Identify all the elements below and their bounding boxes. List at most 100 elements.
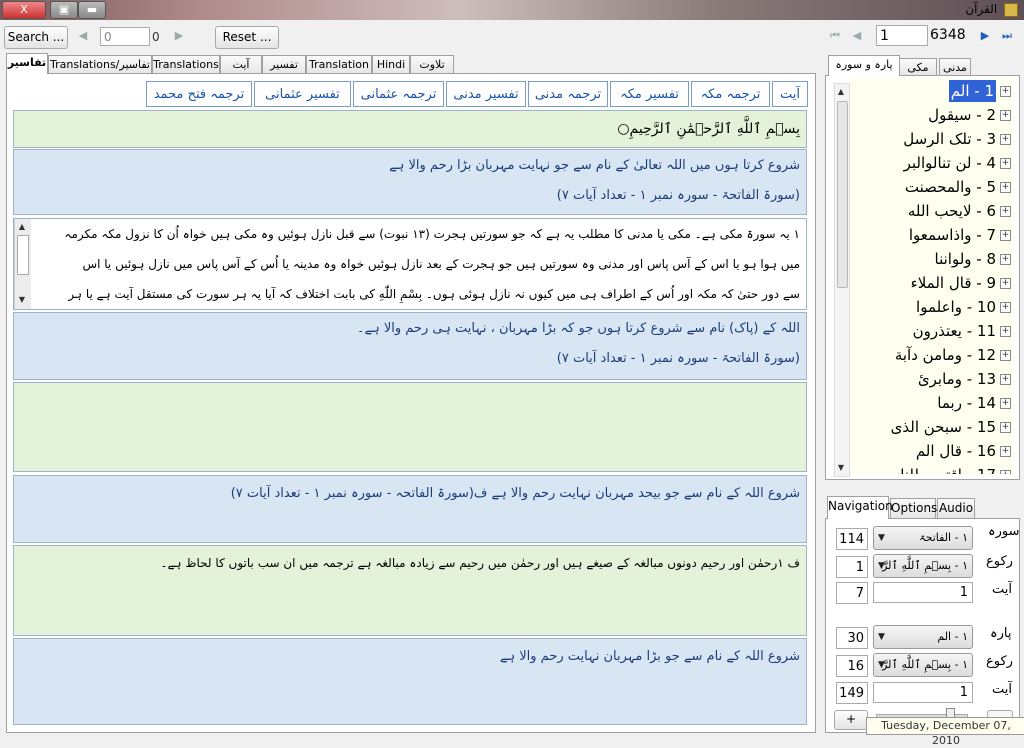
- search-result-input[interactable]: 0: [100, 27, 150, 46]
- expand-icon[interactable]: +: [1000, 86, 1011, 97]
- ruku-select[interactable]: ۱ - بِسۡمِ ٱللَّهِ ٱلرَّ ▼: [873, 554, 973, 578]
- surah-select[interactable]: ۱ - الفاتحۃ ▼: [873, 526, 973, 550]
- verse-number-input[interactable]: 1: [876, 25, 928, 46]
- tab-para-surah[interactable]: پارہ و سورہ: [828, 55, 900, 76]
- ruku2-select[interactable]: ۱ - بِسۡمِ ٱللَّهِ ٱلرَّ ▼: [873, 653, 973, 677]
- expand-icon[interactable]: +: [1000, 278, 1011, 289]
- tree-item-para-1[interactable]: 1 - الم: [948, 80, 996, 102]
- tree-item-para-5[interactable]: 5 - والمحصنت: [905, 176, 996, 198]
- scroll-down-icon[interactable]: ▼: [17, 295, 27, 305]
- ayat2-input[interactable]: 1: [873, 682, 973, 703]
- tree-item-para-3[interactable]: 3 - تلک الرسل: [903, 128, 996, 150]
- expand-icon[interactable]: +: [1000, 134, 1011, 145]
- tree-item-para-15[interactable]: 15 - سبحن الذی: [891, 416, 996, 438]
- para-count: 30: [836, 627, 868, 649]
- toggle-ayat[interactable]: آیت: [772, 81, 808, 107]
- surah-info: (سورۃ الفاتحۃ - سورہ نمبر ۱ - تعداد آیات…: [556, 351, 800, 366]
- tree-item-para-12[interactable]: 12 - ومامن دآبة: [895, 344, 996, 366]
- tree-item-para-16[interactable]: 16 - قال الم: [916, 440, 996, 462]
- surah-count: 114: [836, 528, 868, 550]
- tree-item-para-11[interactable]: 11 - یعتذرون: [913, 320, 996, 342]
- minimize-button[interactable]: ▬: [78, 1, 106, 19]
- tree-item-para-6[interactable]: 6 - لایحب الله: [908, 200, 996, 222]
- expand-icon[interactable]: +: [1000, 254, 1011, 265]
- toggle-tafsir-madni[interactable]: تفسیر مدنی: [446, 81, 526, 107]
- tree-item-para-7[interactable]: 7 - واذاسمعوا: [909, 224, 996, 246]
- toggle-tarjuma-makka[interactable]: ترجمہ مکہ: [691, 81, 770, 107]
- scroll-thumb[interactable]: [17, 235, 29, 275]
- tab-navigation[interactable]: Navigation: [827, 496, 893, 519]
- scroll-down-icon[interactable]: ▼: [836, 463, 846, 473]
- expand-icon[interactable]: +: [1000, 422, 1011, 433]
- last-icon[interactable]: ⏭: [1000, 29, 1014, 43]
- close-button[interactable]: X: [2, 1, 46, 19]
- verse-total: 6348: [930, 27, 966, 43]
- reset-button[interactable]: Reset ...: [215, 26, 279, 49]
- tab-ayat[interactable]: آیت: [220, 55, 262, 73]
- translation-line: شروع کرتا ہوں میں اللہ تعالیٰ کے نام سے …: [389, 158, 800, 173]
- expand-icon[interactable]: +: [1000, 350, 1011, 361]
- plus-button[interactable]: +: [834, 710, 868, 730]
- tree-item-para-2[interactable]: 2 - سیقول: [928, 104, 996, 126]
- tab-tafasir[interactable]: تفاسیر: [6, 53, 48, 74]
- ruku-label: رکوع: [986, 554, 1013, 569]
- expand-icon[interactable]: +: [1000, 326, 1011, 337]
- toggle-tafsir-makka[interactable]: تفسیر مکہ: [610, 81, 689, 107]
- ruku2-label: رکوع: [986, 654, 1013, 669]
- expand-icon[interactable]: +: [1000, 398, 1011, 409]
- expand-icon[interactable]: +: [1000, 374, 1011, 385]
- prev-icon[interactable]: ◀: [850, 29, 864, 43]
- expand-icon[interactable]: +: [1000, 230, 1011, 241]
- tafsir-pane-usmani: ف ۱رحمٰن اور رحیم دونوں مبالغہ کے صیغے ہ…: [13, 545, 807, 636]
- scroll-up-icon[interactable]: ▲: [836, 87, 846, 97]
- tab-options[interactable]: Options: [890, 498, 937, 518]
- tab-audio[interactable]: Audio: [937, 498, 975, 518]
- search-button[interactable]: Search ...: [4, 26, 68, 49]
- toggle-tarjuma-usmani[interactable]: ترجمہ عثمانی: [353, 81, 444, 107]
- tab-tafsir[interactable]: تفسیر: [262, 55, 306, 73]
- toggle-tarjuma-madni[interactable]: ترجمہ مدنی: [528, 81, 608, 107]
- ayat-label: آیت: [992, 582, 1012, 597]
- translation-line: اللہ کے (پاک) نام سے شروع کرتا ہوں جو کہ…: [356, 321, 800, 336]
- tab-makki[interactable]: مکی: [899, 58, 937, 75]
- maximize-button[interactable]: ▣: [50, 1, 78, 19]
- toggle-tafsir-usmani[interactable]: تفسیر عثمانی: [254, 81, 351, 107]
- tree-item-para-4[interactable]: 4 - لن تنالوالبر: [904, 152, 996, 174]
- next-icon[interactable]: ▶: [978, 29, 992, 43]
- title-bar: X ▣ ▬ القرآن: [0, 0, 1024, 20]
- translation-pane-makka: شروع کرتا ہوں میں اللہ تعالیٰ کے نام سے …: [13, 149, 807, 215]
- tree-item-para-9[interactable]: 9 - قال الملاء: [911, 272, 996, 294]
- surah-info: (سورۃ الفاتحۃ - سورہ نمبر ۱ - تعداد آیات…: [556, 188, 800, 203]
- expand-icon[interactable]: +: [1000, 182, 1011, 193]
- tree-scroll-thumb[interactable]: [837, 101, 848, 288]
- para-select-value: ۱ - الم: [937, 630, 968, 643]
- tree-item-para-17[interactable]: 17 - اقترب للناس: [882, 464, 996, 474]
- toggle-tarjuma-fateh-muhammad[interactable]: ترجمہ فتح محمد: [146, 81, 252, 107]
- scroll-up-icon[interactable]: ▲: [17, 222, 27, 232]
- search-next-icon[interactable]: ▶: [172, 29, 186, 43]
- tab-translations[interactable]: Translations: [152, 55, 220, 73]
- tab-hindi[interactable]: Hindi: [372, 55, 410, 73]
- tab-translations-tafasir[interactable]: Translations/تفاسیر: [48, 55, 152, 73]
- ruku-count: 1: [836, 556, 868, 578]
- tafsir-scrollbar[interactable]: ▲ ▼: [14, 219, 31, 309]
- tab-tilawat[interactable]: تلاوت: [410, 55, 454, 73]
- expand-icon[interactable]: +: [1000, 158, 1011, 169]
- tree-item-para-10[interactable]: 10 - واعلموا: [916, 296, 996, 318]
- expand-icon[interactable]: +: [1000, 206, 1011, 217]
- expand-icon[interactable]: +: [1000, 302, 1011, 313]
- tree-item-para-13[interactable]: 13 - ومابرئ: [918, 368, 996, 390]
- search-prev-icon[interactable]: ◀: [76, 29, 90, 43]
- tab-translation[interactable]: Translation: [306, 55, 372, 73]
- expand-icon[interactable]: +: [1000, 470, 1011, 474]
- tree-item-para-8[interactable]: 8 - ولواننا: [935, 248, 997, 270]
- tafsir-pane-makka: ۱ یہ سورۃ مکی ہے۔ مکی یا مدنی کا مطلب یہ…: [13, 218, 807, 310]
- tab-madni[interactable]: مدنی: [939, 58, 971, 75]
- expand-icon[interactable]: +: [1000, 110, 1011, 121]
- ayat-input[interactable]: 1: [873, 582, 973, 603]
- tree-item-para-14[interactable]: 14 - ربما: [937, 392, 996, 414]
- expand-icon[interactable]: +: [1000, 446, 1011, 457]
- para-select[interactable]: ۱ - الم ▼: [873, 625, 973, 649]
- surah-label: سورہ: [988, 524, 1020, 539]
- first-icon[interactable]: ⏮: [828, 29, 842, 43]
